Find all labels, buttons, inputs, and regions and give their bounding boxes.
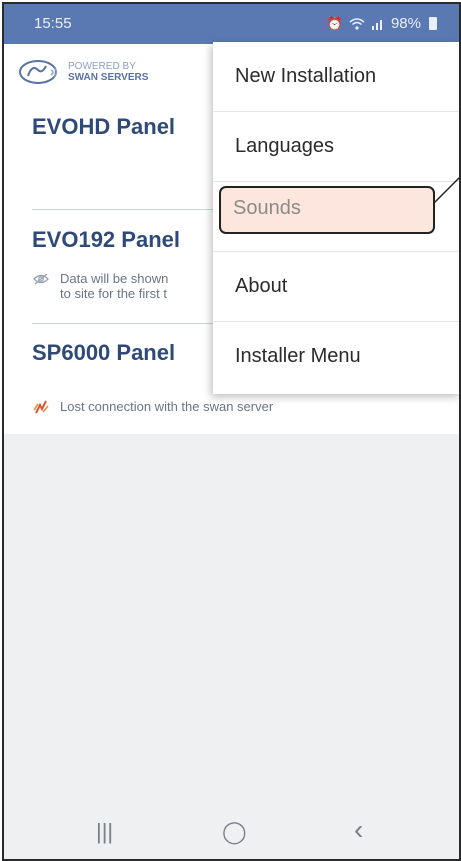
panel-note-sp6000: Lost connection with the swan server — [32, 399, 273, 414]
panel-title-evohd[interactable]: EVOHD Panel — [32, 114, 175, 140]
panel-title-sp6000[interactable]: SP6000 Panel — [32, 340, 175, 366]
eye-off-icon — [33, 273, 49, 285]
home-button[interactable]: ◯ — [222, 819, 247, 845]
menu-item-sounds[interactable]: Sounds — [213, 182, 459, 252]
back-button[interactable]: ‹ — [354, 814, 363, 846]
menu-item-label: Sounds — [233, 197, 301, 219]
brand-name: SWAN SERVERS — [68, 72, 149, 83]
menu-item-label: About — [235, 275, 288, 297]
menu-item-label: Languages — [235, 135, 334, 157]
recents-button[interactable]: ||| — [96, 819, 113, 845]
panel-note-text: Lost connection with the swan server — [60, 399, 274, 414]
status-bar: 15:55 ⏰ 98% — [4, 4, 459, 44]
battery-percent: 98% — [390, 15, 421, 32]
powered-by-label: POWERED BY — [68, 61, 136, 72]
panel-note-evo192: Data will be shown to site for the first… — [32, 271, 168, 301]
menu-item-new-installation[interactable]: New Installation — [213, 42, 459, 112]
status-icons: ⏰ 98% — [327, 15, 437, 32]
phone-screen-frame: 15:55 ⏰ 98% POWERED BY SWAN SERVERS EVOH… — [2, 2, 461, 861]
navigation-bar: ||| ◯ ‹ — [4, 809, 459, 859]
menu-item-installer-menu[interactable]: Installer Menu — [213, 322, 459, 392]
panel-note-text: Data will be shown to site for the first… — [60, 271, 169, 301]
menu-item-about[interactable]: About — [213, 252, 459, 322]
brand-text: POWERED BY SWAN SERVERS — [68, 61, 148, 83]
menu-item-languages[interactable]: Languages — [213, 112, 459, 182]
connection-lost-icon — [33, 400, 49, 414]
menu-item-label: Installer Menu — [235, 345, 361, 367]
callout-line — [433, 176, 459, 204]
battery-icon — [429, 17, 437, 30]
swan-servers-logo — [19, 60, 58, 84]
menu-item-label: New Installation — [235, 65, 377, 87]
wifi-icon — [349, 17, 365, 30]
status-time: 15:55 — [34, 15, 72, 32]
alarm-clock-icon: ⏰ — [326, 15, 343, 31]
overflow-menu: New Installation Languages Sounds About … — [213, 42, 459, 394]
signal-bars-icon — [371, 19, 382, 30]
brand-header: POWERED BY SWAN SERVERS — [18, 58, 148, 86]
panel-title-evo192[interactable]: EVO192 Panel — [32, 227, 180, 253]
